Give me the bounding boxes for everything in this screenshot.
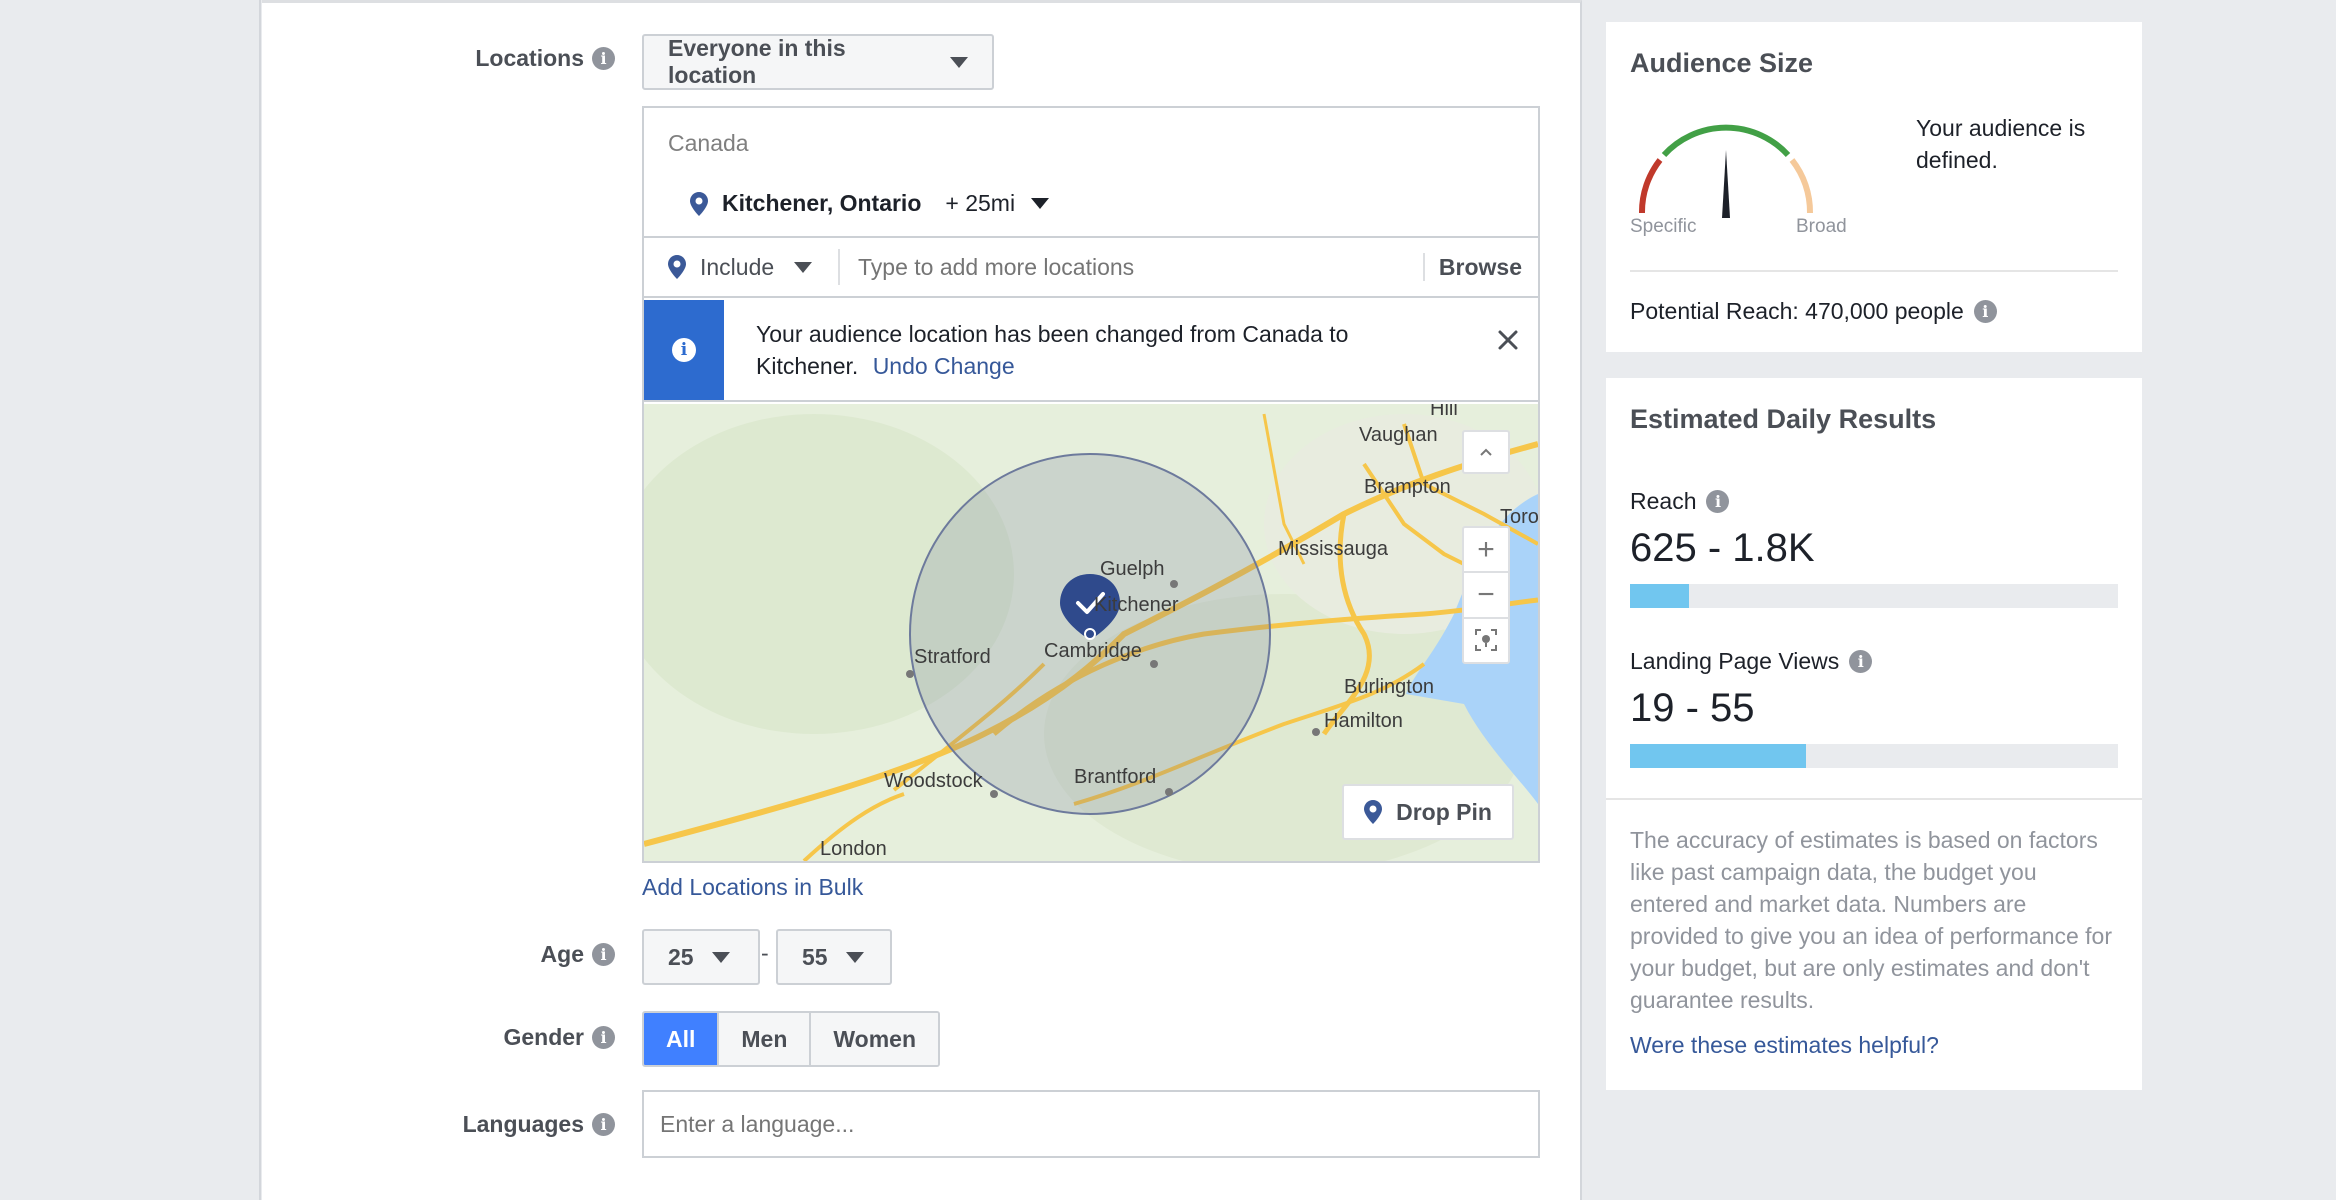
gender-women-button[interactable]: Women <box>811 1013 939 1065</box>
map-label: Cambridge <box>1044 640 1142 662</box>
info-icon[interactable]: i <box>1973 300 1997 323</box>
left-gutter <box>0 0 261 1200</box>
location-pin-icon <box>668 255 686 279</box>
location-pin-icon <box>1364 800 1383 824</box>
location-type-dropdown[interactable]: Everyone in this location <box>642 34 994 90</box>
location-search-input[interactable] <box>858 253 1418 281</box>
audience-size-card: Audience Size Specific Broad Your audien… <box>1606 22 2142 352</box>
language-input[interactable] <box>642 1090 1540 1158</box>
gender-men-button[interactable]: Men <box>719 1013 812 1065</box>
age-label: Age i <box>380 936 615 972</box>
zoom-controls: + − <box>1462 526 1510 664</box>
broad-label: Broad <box>1796 216 1847 237</box>
divider <box>1606 798 2142 800</box>
daily-results-title: Estimated Daily Results <box>1630 404 1937 434</box>
map-label: Vaughan <box>1359 424 1438 446</box>
zoom-in-button[interactable]: + <box>1464 528 1508 574</box>
potential-reach: Potential Reach: 470,000 people i <box>1630 298 1997 325</box>
include-dropdown[interactable]: Include <box>644 249 840 285</box>
map-label: Mississauga <box>1278 538 1389 560</box>
gender-label: Gender i <box>380 1019 615 1055</box>
map-label: Brampton <box>1364 476 1451 498</box>
chevron-up-icon <box>1480 448 1492 456</box>
lpv-bar-fill <box>1630 744 1806 768</box>
gender-toggle-group: All Men Women <box>642 1011 941 1067</box>
country-label: Canada <box>668 130 749 156</box>
age-min-dropdown[interactable]: 25 <box>642 929 760 985</box>
estimates-feedback-link[interactable]: Were these estimates helpful? <box>1630 1032 1939 1059</box>
info-icon[interactable]: i <box>592 1112 615 1136</box>
gender-all-button[interactable]: All <box>644 1013 720 1065</box>
daily-results-card: Estimated Daily Results Reach i 625 - 1.… <box>1606 378 2142 1090</box>
map-label: Stratford <box>914 646 991 668</box>
reach-value: 625 - 1.8K <box>1630 526 1815 570</box>
add-locations-bulk-link[interactable]: Add Locations in Bulk <box>642 874 863 901</box>
lpv-label: Landing Page Views i <box>1630 648 1873 675</box>
age-max-dropdown[interactable]: 55 <box>776 929 892 985</box>
browse-button[interactable]: Browse <box>1422 253 1538 281</box>
selected-location[interactable]: Kitchener, Ontario + 25mi <box>690 190 1050 217</box>
lpv-bar <box>1630 744 2118 768</box>
map-label: Hamilton <box>1324 710 1403 732</box>
map-label: London <box>820 838 887 860</box>
age-separator: - <box>761 940 769 966</box>
zoom-out-button[interactable]: − <box>1464 573 1508 619</box>
drop-pin-button[interactable]: Drop Pin <box>1342 784 1514 840</box>
notice-text: Your audience location has been changed … <box>756 321 1349 379</box>
notice-icon-block: i <box>644 300 724 400</box>
locate-icon <box>1475 629 1497 652</box>
audience-size-title: Audience Size <box>1630 48 1814 78</box>
caret-down-icon <box>794 261 813 273</box>
map-label: Burlington <box>1344 676 1435 698</box>
map-label: Guelph <box>1100 558 1165 580</box>
close-icon[interactable] <box>1494 326 1522 354</box>
info-icon[interactable]: i <box>1849 650 1873 673</box>
map-label: Kitchener <box>1094 594 1179 616</box>
map[interactable]: Hill Vaughan Brampton Toro Mississauga G… <box>644 404 1538 861</box>
map-label: Woodstock <box>884 770 983 792</box>
recenter-button[interactable] <box>1464 619 1508 662</box>
location-change-notice: i Your audience location has been change… <box>644 300 1538 402</box>
info-icon[interactable]: i <box>1706 490 1730 513</box>
locations-label: Locations i <box>380 40 615 76</box>
lpv-value: 19 - 55 <box>1630 686 1755 730</box>
caret-down-icon <box>711 951 730 963</box>
map-label: Brantford <box>1074 766 1157 788</box>
specific-label: Specific <box>1630 216 1697 237</box>
estimates-disclaimer: The accuracy of estimates is based on fa… <box>1630 827 2113 1013</box>
caret-down-icon <box>845 951 864 963</box>
reach-label: Reach i <box>1630 488 1730 515</box>
reach-bar <box>1630 584 2118 608</box>
radius-dropdown[interactable]: + 25mi <box>945 190 1050 217</box>
audience-status: Your audience is defined. <box>1916 115 2086 173</box>
divider <box>1630 270 2118 272</box>
map-collapse-button[interactable] <box>1462 430 1510 474</box>
languages-label: Languages i <box>380 1106 615 1142</box>
caret-down-icon <box>1031 198 1050 209</box>
selected-location-name: Kitchener, Ontario <box>722 190 922 216</box>
location-box: Canada Kitchener, Ontario + 25mi Include… <box>642 106 1540 863</box>
location-search-row: Include Browse <box>644 236 1538 298</box>
info-icon[interactable]: i <box>592 1025 615 1049</box>
audience-gauge <box>1638 124 1814 218</box>
reach-bar-fill <box>1630 584 1689 608</box>
undo-change-link[interactable]: Undo Change <box>873 353 1015 379</box>
location-pin-icon <box>690 191 708 216</box>
info-icon[interactable]: i <box>592 942 615 966</box>
info-icon[interactable]: i <box>592 46 615 70</box>
info-icon: i <box>672 338 696 362</box>
caret-down-icon <box>950 56 968 68</box>
map-label: Hill <box>1430 404 1458 420</box>
